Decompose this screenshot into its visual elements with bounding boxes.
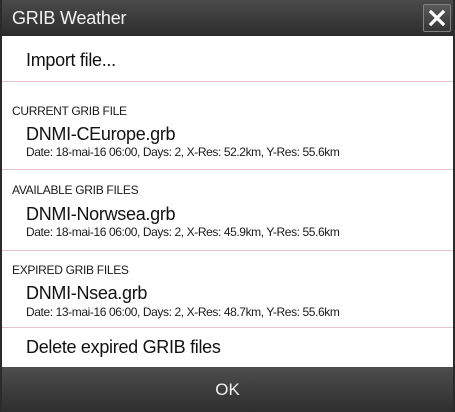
file-details: Date: 13-mai-16 06:00, Days: 2, X-Res: 4… [26,305,340,319]
file-name: DNMI-CEurope.grb [26,124,176,144]
current-grib-file-item[interactable]: DNMI-CEurope.grb Date: 18-mai-16 06:00, … [2,120,453,166]
file-name: DNMI-Nsea.grb [26,283,148,303]
import-file-item[interactable]: Import file... [2,36,453,82]
available-grib-file-item[interactable]: DNMI-Norwsea.grb Date: 18-mai-16 06:00, … [2,200,453,246]
grib-weather-dialog: GRIB Weather Import file... CURRENT GRIB… [0,0,455,412]
dialog-title: GRIB Weather [12,8,127,28]
file-details: Date: 18-mai-16 06:00, Days: 2, X-Res: 5… [26,145,340,159]
delete-expired-item[interactable]: Delete expired GRIB files [2,328,453,367]
file-name: DNMI-Norwsea.grb [26,204,176,224]
available-grib-header: AVAILABLE GRIB FILES [12,183,139,197]
close-button[interactable] [423,4,451,32]
current-grib-header: CURRENT GRIB FILE [12,104,127,118]
file-details: Date: 18-mai-16 06:00, Days: 2, X-Res: 4… [26,225,340,239]
import-file-label: Import file... [26,50,116,70]
divider [2,250,453,251]
ok-button[interactable]: OK [2,367,453,412]
expired-grib-file-item[interactable]: DNMI-Nsea.grb Date: 13-mai-16 06:00, Day… [2,281,453,327]
delete-expired-label: Delete expired GRIB files [26,337,221,357]
close-icon [429,10,445,26]
dialog-footer: OK [2,367,453,412]
divider [2,81,453,82]
title-bar: GRIB Weather [2,0,453,36]
divider [2,169,453,170]
expired-grib-header: EXPIRED GRIB FILES [12,263,129,277]
